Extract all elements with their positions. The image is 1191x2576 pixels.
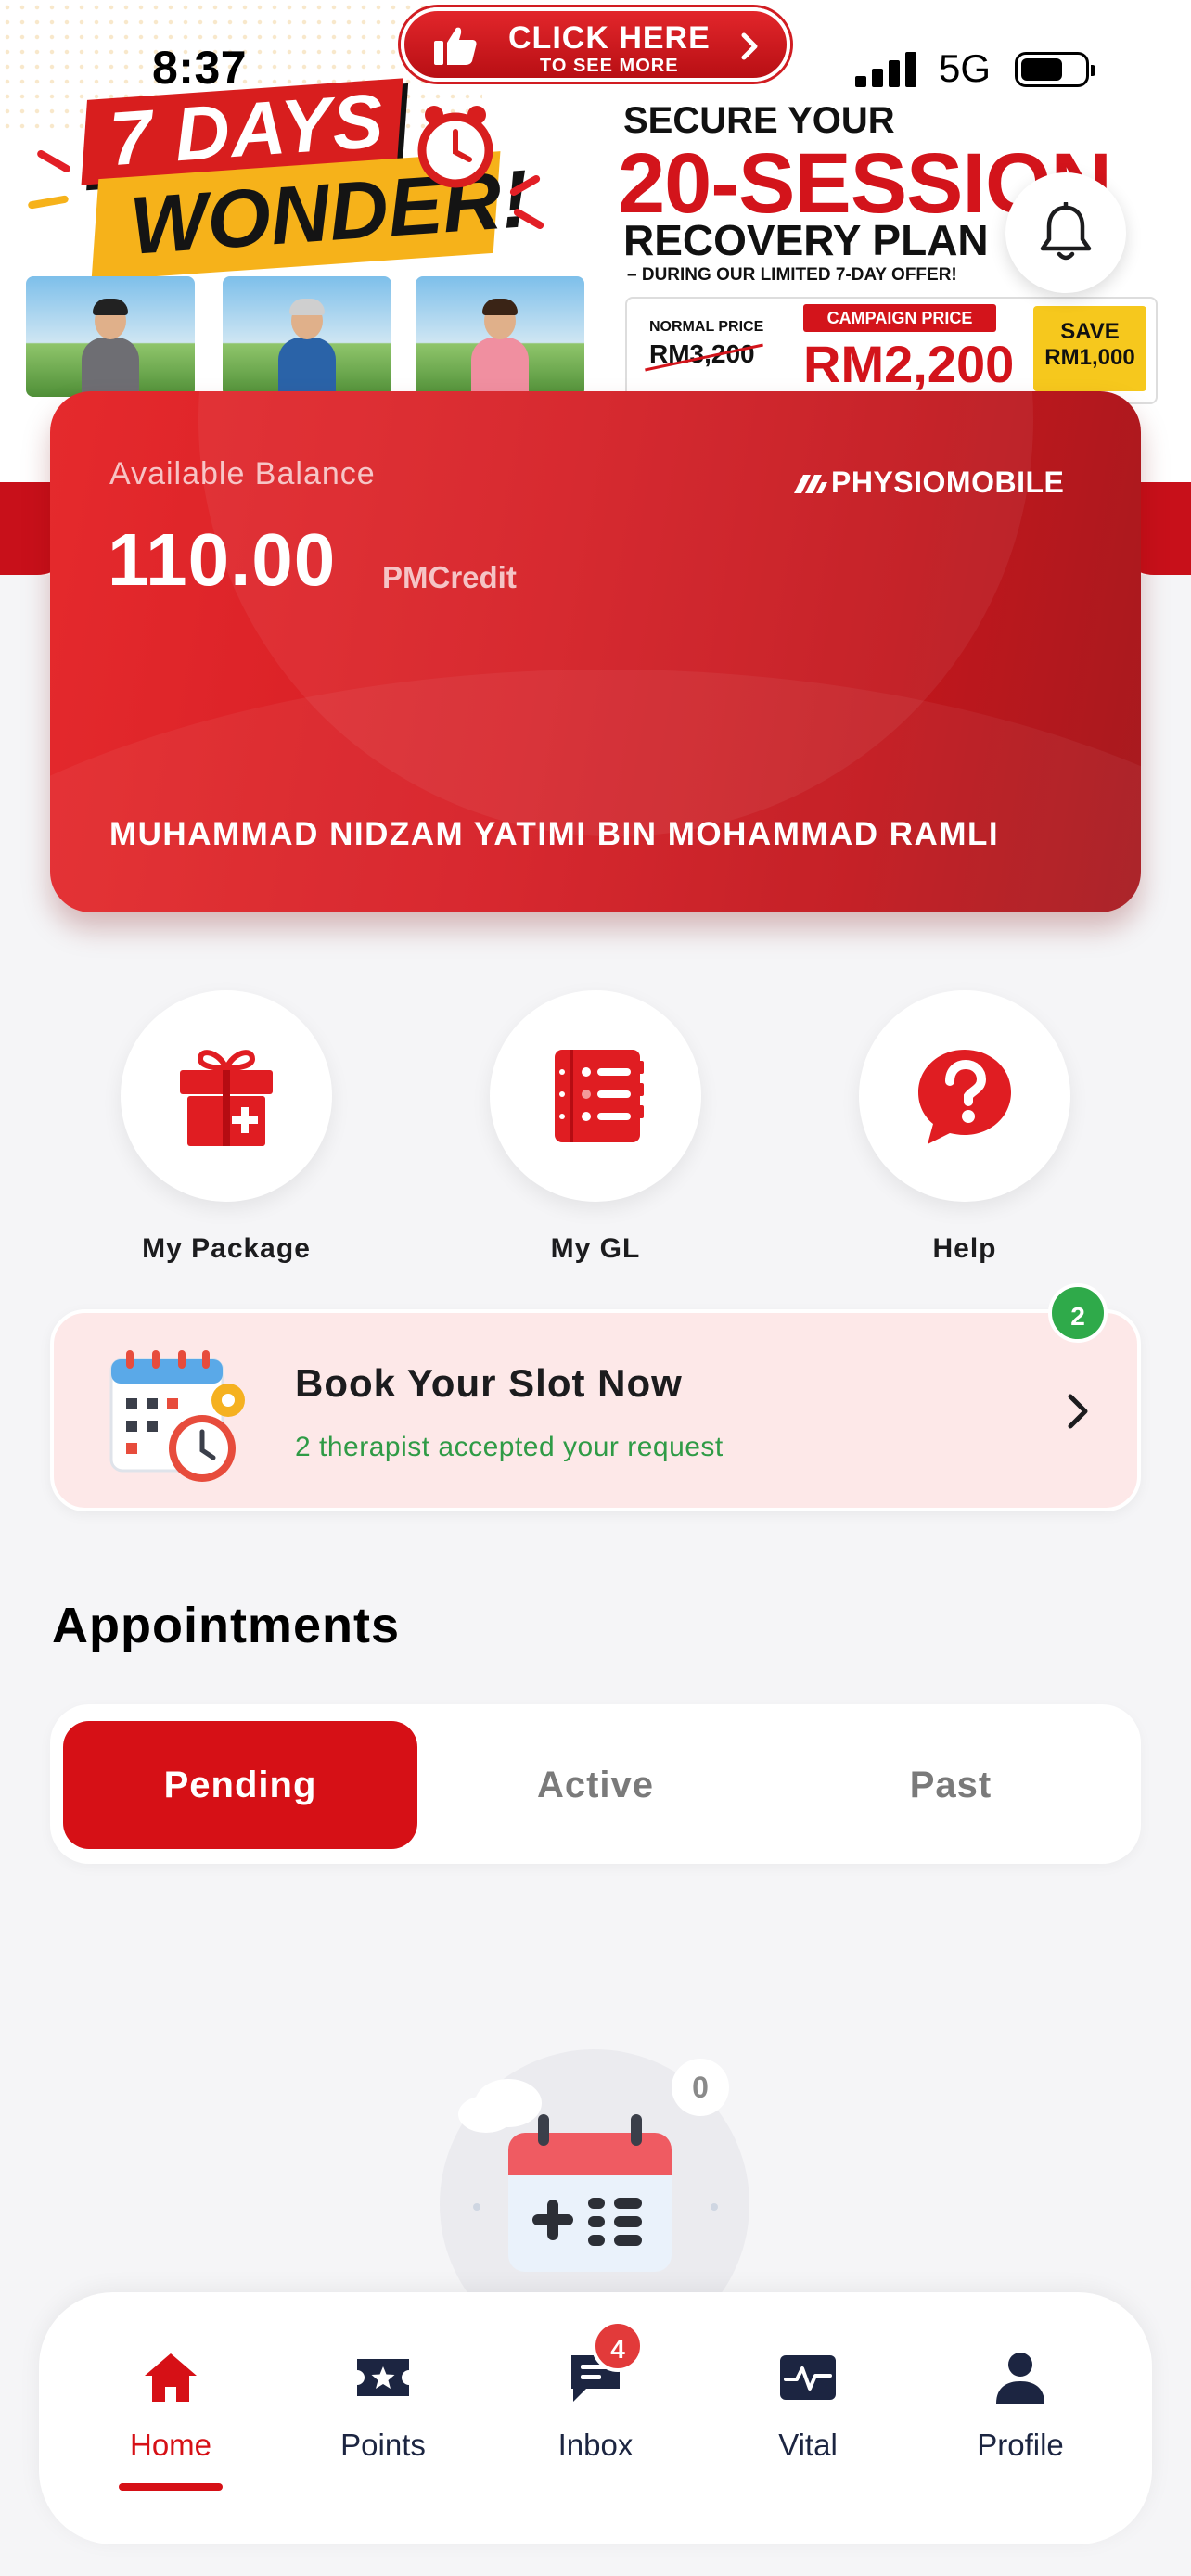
ticket-star-icon	[357, 2359, 409, 2396]
calendar-clock-icon	[109, 1350, 245, 1482]
campaign-price-label: CAMPAIGN PRICE	[803, 304, 996, 332]
quick-action-circle	[490, 990, 701, 1202]
book-slot-count-badge: 2	[1048, 1283, 1108, 1343]
bottom-tab-bar: Home Points 4 Inbox Vital Profile	[39, 2292, 1152, 2544]
promo-photo-3	[416, 276, 584, 397]
tab-home[interactable]: Home	[78, 2348, 263, 2491]
alarm-clock-icon	[417, 106, 493, 188]
signal-icon	[855, 50, 920, 87]
burst-line-decor	[27, 195, 70, 210]
tab-points[interactable]: Points	[290, 2348, 476, 2463]
tab-label: Inbox	[557, 2428, 634, 2462]
chevron-right-icon	[741, 32, 758, 60]
burst-line-decor	[35, 148, 72, 174]
balance-label: Available Balance	[109, 456, 376, 491]
book-slot-title: Book Your Slot Now	[295, 1361, 683, 1405]
quick-action-my-package[interactable]: My Package	[121, 990, 332, 1264]
price-comparison: NORMAL PRICE RM3,200 CAMPAIGN PRICE RM2,…	[625, 297, 1158, 404]
inbox-unread-badge: 4	[592, 2320, 644, 2372]
see-more-text: TO SEE MORE	[540, 56, 679, 76]
quick-action-label: My GL	[550, 1233, 641, 1264]
battery-icon	[1015, 52, 1095, 87]
tab-label: Profile	[977, 2428, 1064, 2462]
quick-action-help[interactable]: Help	[859, 990, 1070, 1264]
balance-card[interactable]: Available Balance 110.00 PMCredit PHYSIO…	[50, 391, 1141, 912]
promo-recovery-text: RECOVERY PLAN	[623, 216, 989, 264]
tab-pending[interactable]: Pending	[63, 1721, 417, 1849]
tab-label: Points	[340, 2428, 426, 2462]
chevron-right-icon	[1068, 1394, 1088, 1429]
tab-inbox[interactable]: 4 Inbox	[503, 2320, 688, 2463]
tab-active[interactable]: Active	[418, 1721, 773, 1849]
tab-profile[interactable]: Profile	[928, 2348, 1113, 2463]
empty-count-badge: 0	[672, 2059, 729, 2116]
balance-unit: PMCredit	[382, 560, 517, 594]
home-icon	[145, 2353, 197, 2402]
quick-action-my-gl[interactable]: My GL	[490, 990, 701, 1264]
appointments-title: Appointments	[52, 1598, 400, 1653]
click-here-button[interactable]: CLICK HERE TO SEE MORE	[401, 7, 790, 82]
brand-logo: PHYSIOMOBILE	[792, 465, 1064, 500]
save-amount: RM1,000	[1044, 345, 1135, 370]
list-book-icon	[555, 1050, 644, 1142]
tab-past[interactable]: Past	[774, 1721, 1128, 1849]
person-icon	[996, 2353, 1044, 2404]
promo-during-text: – DURING OUR LIMITED 7-DAY OFFER!	[627, 265, 957, 285]
campaign-price-value: RM2,200	[803, 335, 1015, 393]
quick-action-label: My Package	[142, 1233, 311, 1264]
physiomobile-logo-icon	[794, 475, 827, 493]
save-label: SAVE	[1060, 319, 1120, 344]
card-glow-decor	[50, 670, 1141, 912]
quick-action-circle	[121, 990, 332, 1202]
thumbs-up-icon	[434, 27, 477, 66]
click-here-text: CLICK HERE	[508, 20, 711, 56]
bell-icon	[1040, 202, 1092, 261]
brand-name: PHYSIOMOBILE	[831, 465, 1065, 499]
balance-amount: 110.00	[108, 518, 337, 601]
promo-photo-2	[223, 276, 391, 397]
tab-vital[interactable]: Vital	[715, 2348, 901, 2463]
notification-bell-button[interactable]	[1005, 172, 1126, 293]
status-time: 8:37	[152, 42, 248, 94]
tab-label: Home	[129, 2428, 212, 2462]
quick-action-label: Help	[932, 1233, 997, 1264]
card-holder-name: MUHAMMAD NIDZAM YATIMI BIN MOHAMMAD RAML…	[109, 816, 1000, 852]
normal-price-label: NORMAL PRICE	[649, 319, 764, 335]
tab-label: Vital	[778, 2428, 838, 2462]
gift-icon	[180, 1050, 273, 1146]
active-tab-indicator	[119, 2483, 223, 2491]
help-bubble-icon	[918, 1050, 1011, 1144]
pulse-icon	[780, 2355, 836, 2400]
network-type: 5G	[939, 46, 992, 90]
book-slot-subtitle: 2 therapist accepted your request	[295, 1432, 724, 1462]
promo-photo-1	[26, 276, 195, 397]
save-badge: SAVE RM1,000	[1033, 306, 1146, 391]
appointments-tab-switcher: Pending Active Past	[50, 1704, 1141, 1864]
quick-action-circle	[859, 990, 1070, 1202]
book-slot-banner[interactable]: Book Your Slot Now 2 therapist accepted …	[50, 1309, 1141, 1511]
